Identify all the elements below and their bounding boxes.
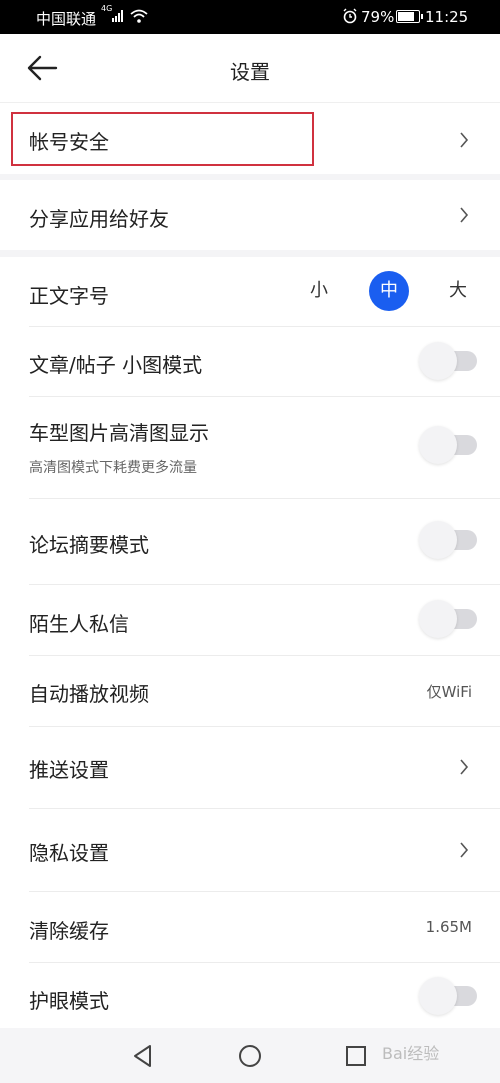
autoplay-video-value: 仅WiFi (426, 683, 472, 701)
privacy-settings-row[interactable]: 隐私设置 (0, 809, 500, 891)
clear-cache-label: 清除缓存 (29, 919, 109, 943)
eye-care-label: 护眼模式 (29, 989, 109, 1013)
nav-recents-icon[interactable] (344, 1044, 368, 1068)
stranger-messages-toggle[interactable] (419, 598, 479, 640)
nav-back-icon[interactable] (131, 1044, 155, 1068)
clear-cache-row[interactable]: 清除缓存 1.65M (0, 892, 500, 962)
hd-images-sublabel: 高清图模式下耗费更多流量 (29, 460, 197, 476)
font-size-small-option[interactable]: 小 (299, 271, 339, 311)
autoplay-video-label: 自动播放视频 (29, 682, 149, 706)
hd-images-label: 车型图片高清图显示 (29, 421, 209, 445)
forum-summary-row: 论坛摘要模式 (0, 499, 500, 584)
watermark: Bai经验 (382, 1044, 440, 1063)
stranger-messages-row: 陌生人私信 (0, 585, 500, 655)
font-size-medium-option[interactable]: 中 (369, 271, 409, 311)
status-bar: 中国联通 4G 79% 11:25 (0, 0, 500, 34)
eye-care-toggle[interactable] (419, 975, 479, 1017)
share-app-label: 分享应用给好友 (29, 207, 169, 231)
highlight-box (11, 112, 314, 166)
section-gap (0, 250, 500, 257)
hd-images-toggle[interactable] (419, 424, 479, 466)
font-size-label: 正文字号 (29, 284, 109, 308)
small-image-mode-label: 文章/帖子 小图模式 (29, 353, 203, 377)
forum-summary-toggle[interactable] (419, 519, 479, 561)
signal-icon (112, 10, 126, 22)
eye-care-row: 护眼模式 (0, 963, 500, 1028)
chevron-right-icon (460, 207, 469, 223)
small-image-mode-toggle[interactable] (419, 340, 479, 382)
push-settings-row[interactable]: 推送设置 (0, 727, 500, 808)
share-app-row[interactable]: 分享应用给好友 (0, 180, 500, 250)
privacy-settings-label: 隐私设置 (29, 841, 109, 865)
chevron-right-icon (460, 842, 469, 858)
nav-home-icon[interactable] (238, 1044, 262, 1068)
chevron-right-icon (460, 759, 469, 775)
small-image-mode-row: 文章/帖子 小图模式 (0, 327, 500, 396)
battery-percent: 79% (361, 8, 395, 26)
forum-summary-label: 论坛摘要模式 (29, 533, 149, 557)
font-size-row: 正文字号 小 中 大 (0, 257, 500, 326)
hd-images-row: 车型图片高清图显示 高清图模式下耗费更多流量 (0, 397, 500, 498)
push-settings-label: 推送设置 (29, 758, 109, 782)
autoplay-video-row[interactable]: 自动播放视频 仅WiFi (0, 656, 500, 726)
clock: 11:25 (425, 8, 469, 26)
alarm-icon (343, 8, 357, 24)
page-title: 设置 (230, 60, 270, 84)
cache-size-value: 1.65M (425, 918, 472, 936)
network-type: 4G (101, 4, 113, 13)
wifi-icon (130, 9, 148, 23)
stranger-messages-label: 陌生人私信 (29, 612, 129, 636)
battery-icon (396, 10, 423, 23)
carrier-name: 中国联通 (36, 10, 97, 28)
font-size-large-option[interactable]: 大 (438, 271, 478, 311)
chevron-right-icon (460, 132, 469, 148)
app-header: 设置 (0, 34, 500, 103)
